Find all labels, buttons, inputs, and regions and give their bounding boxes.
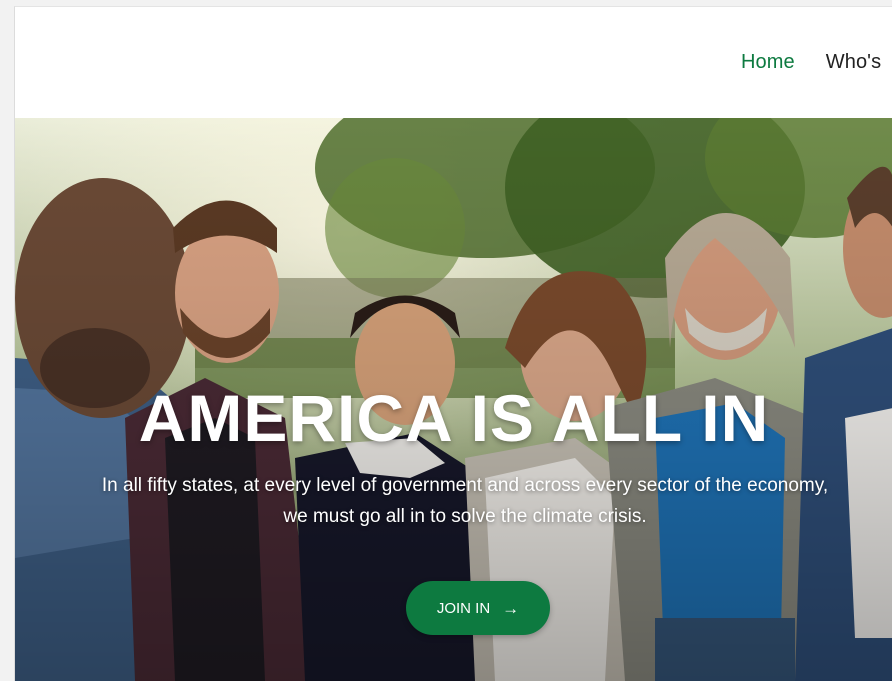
hero-title: AMERICA IS ALL IN bbox=[138, 381, 770, 455]
join-in-button[interactable]: JOIN IN → bbox=[406, 581, 550, 635]
main-nav: Home Who's bbox=[741, 51, 881, 74]
arrow-right-icon: → bbox=[502, 598, 520, 618]
nav-whos-link[interactable]: Who's bbox=[826, 51, 881, 74]
browser-viewport: Home Who's AMERICA IS ALL IN In all fift… bbox=[14, 6, 892, 681]
nav-home-link[interactable]: Home bbox=[741, 51, 795, 74]
hero-subtitle: In all fifty states, at every level of g… bbox=[25, 470, 892, 532]
hero-section: AMERICA IS ALL IN In all fifty states, a… bbox=[15, 118, 892, 681]
join-in-label: JOIN IN bbox=[436, 599, 491, 617]
site-header: Home Who's bbox=[15, 7, 892, 118]
hero-subtitle-line-1: In all fifty states, at every level of g… bbox=[101, 475, 829, 496]
hero-subtitle-line-2: we must go all in to solve the climate c… bbox=[283, 506, 647, 527]
